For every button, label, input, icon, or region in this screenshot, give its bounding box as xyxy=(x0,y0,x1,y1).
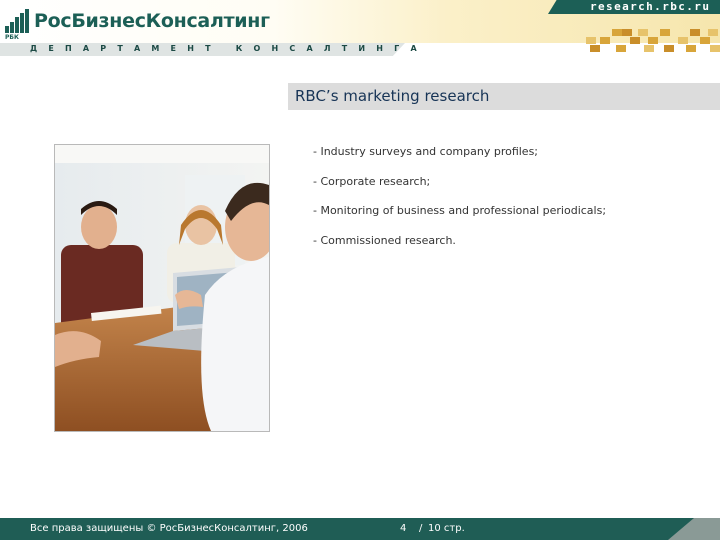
header: РосБизнесКонсалтинг РБК ДЕПАРТАМЕНТ КОНС… xyxy=(0,0,720,56)
page-separator: / xyxy=(419,523,423,534)
department-label: ДЕПАРТАМЕНТ КОНСАЛТИНГА xyxy=(30,44,428,53)
list-item: - Commissioned research. xyxy=(313,233,456,247)
list-item: - Industry surveys and company profiles; xyxy=(313,145,539,158)
copyright-text: Все права защищены © РосБизнесКонсалтинг… xyxy=(30,523,308,534)
page-total: 10 стр. xyxy=(428,523,465,534)
list-item: - Monitoring of business and professiona… xyxy=(313,204,607,217)
slide-title: RBC’s marketing research xyxy=(295,87,490,105)
research-types-list: - Industry surveys and company profiles;… xyxy=(313,145,606,263)
site-url-link[interactable]: research.rbc.ru xyxy=(590,0,710,13)
logo-name: РосБизнесКонсалтинг xyxy=(34,10,270,32)
list-item: - Corporate research; xyxy=(313,174,431,188)
office-meeting-photo xyxy=(54,144,270,432)
logo-abbreviation: РБК xyxy=(5,34,19,41)
page-number: 4 xyxy=(400,523,407,534)
decorative-tiles xyxy=(560,15,720,55)
